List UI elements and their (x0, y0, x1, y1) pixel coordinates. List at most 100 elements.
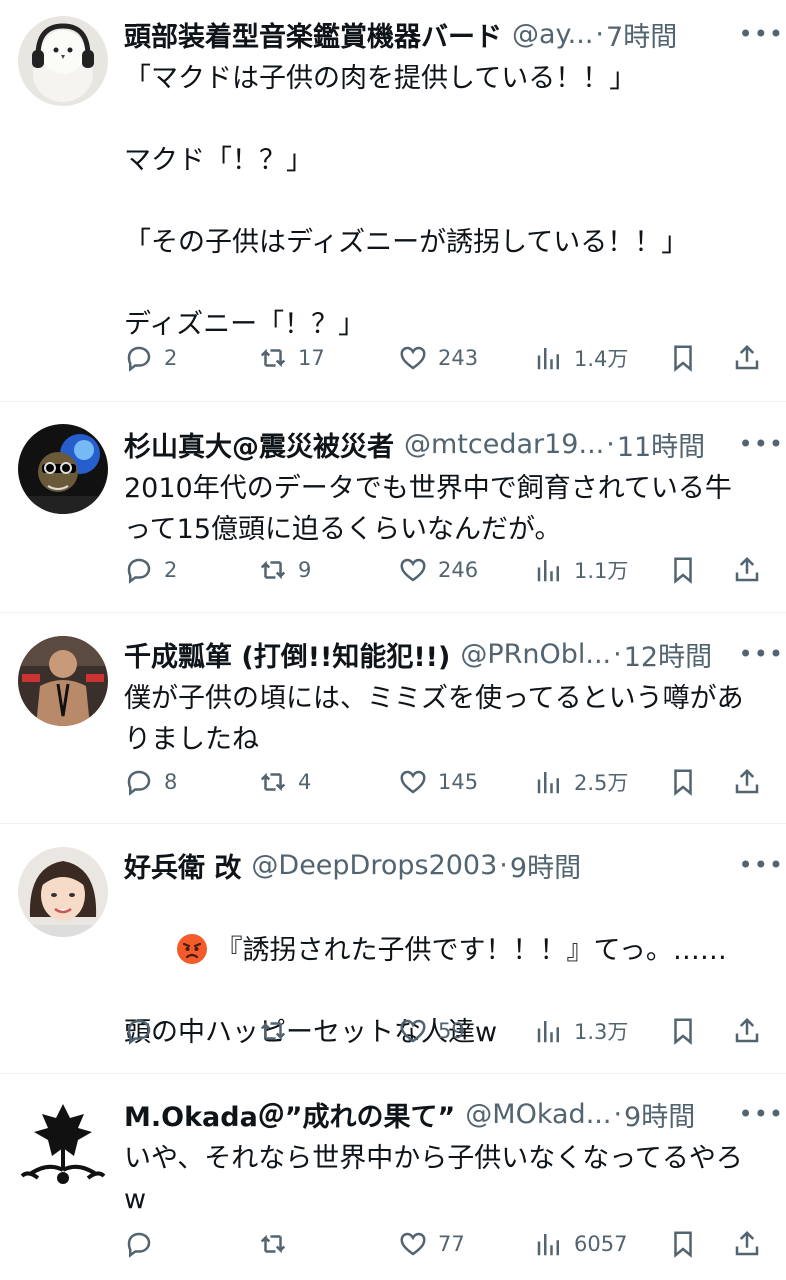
view-count: 6057 (574, 1232, 628, 1256)
bookmark-button[interactable] (668, 1229, 698, 1259)
timestamp[interactable]: 11時間 (617, 425, 705, 464)
like-button[interactable]: 59 (398, 1016, 465, 1046)
reply-button[interactable] (124, 1016, 164, 1046)
reply-icon (127, 558, 151, 584)
tweet-header: M.Okada＠”成れの果て” @MOkad... · 9時間 (124, 1094, 768, 1134)
like-button[interactable]: 243 (398, 343, 478, 373)
retweet-button[interactable] (258, 1229, 298, 1259)
reply-icon (127, 346, 151, 372)
avatar-photo-image (18, 636, 108, 726)
bookmark-icon (674, 557, 692, 584)
tweet-text: いや、それなら世界中から子供いなくなってるやろw (124, 1143, 743, 1215)
action-bar: 2 17 243 1.4万 (124, 336, 768, 380)
views-icon (537, 772, 559, 794)
reply-count: 2 (164, 346, 178, 370)
like-count: 77 (438, 1232, 465, 1256)
tweet[interactable]: 頭部装着型音楽鑑賞機器バード @ay... · 7時間 ••• 「マクドは子供の… (0, 14, 786, 390)
separator-dot: · (606, 428, 615, 460)
share-icon (735, 768, 759, 794)
separator-dot: · (595, 18, 605, 50)
reply-count: 2 (164, 558, 178, 582)
user-handle[interactable]: @MOkad... (465, 1099, 611, 1130)
retweet-count: 9 (298, 558, 312, 582)
tweet-header: 頭部装着型音楽鑑賞機器バード @ay... · 7時間 (124, 14, 768, 54)
avatar-character-image (18, 424, 108, 514)
heart-icon (400, 558, 426, 582)
like-count: 246 (438, 558, 479, 582)
reply-button[interactable]: 2 (124, 555, 177, 585)
views-button[interactable]: 1.1万 (534, 555, 628, 585)
action-bar: 59 1.3万 (124, 1009, 768, 1053)
more-icon[interactable]: ••• (739, 845, 784, 885)
like-button[interactable]: 246 (398, 555, 478, 585)
retweet-button[interactable] (258, 1016, 298, 1046)
tweet-text: 「マクドは子供の肉を提供している！！」 マクド「！？」 「その子供はディズニーが… (124, 63, 689, 340)
retweet-icon (260, 1021, 286, 1041)
avatar[interactable] (18, 636, 108, 726)
user-handle[interactable]: @PRnObl... (460, 639, 611, 670)
more-icon[interactable]: ••• (739, 634, 784, 674)
more-icon[interactable]: ••• (739, 424, 784, 464)
reply-button[interactable]: 2 (124, 343, 177, 373)
avatar[interactable] (18, 847, 108, 937)
display-name[interactable]: 頭部装着型音楽鑑賞機器バード (124, 15, 502, 54)
share-button[interactable] (732, 555, 762, 585)
reply-icon (127, 770, 151, 796)
bookmark-button[interactable] (668, 555, 698, 585)
tweet[interactable]: M.Okada＠”成れの果て” @MOkad... · 9時間 ••• いや、そ… (0, 1094, 786, 1280)
heart-icon (400, 1019, 426, 1043)
share-button[interactable] (732, 767, 762, 797)
views-icon (537, 560, 559, 582)
avatar[interactable] (18, 16, 108, 106)
share-button[interactable] (732, 1229, 762, 1259)
bookmark-button[interactable] (668, 1016, 698, 1046)
timestamp[interactable]: 9時間 (624, 1095, 695, 1134)
retweet-button[interactable]: 4 (258, 767, 311, 797)
display-name[interactable]: 千成瓢箪 (打倒!!知能犯!!) (124, 635, 450, 674)
reply-button[interactable] (124, 1229, 164, 1259)
timestamp[interactable]: 7時間 (606, 15, 677, 54)
display-name[interactable]: 杉山真大@震災被災者 (124, 425, 394, 464)
retweet-button[interactable]: 9 (258, 555, 311, 585)
bookmark-button[interactable] (668, 767, 698, 797)
tweet-header: 好兵衛 改 @DeepDrops2003 · 9時間 (124, 845, 768, 885)
timestamp[interactable]: 12時間 (624, 635, 712, 674)
user-handle[interactable]: @mtcedar19... (404, 429, 604, 460)
angry-face-icon (176, 934, 207, 964)
tweet[interactable]: 杉山真大@震災被災者 @mtcedar19... · 11時間 ••• 2010… (0, 424, 786, 600)
user-handle[interactable]: @DeepDrops2003 (251, 850, 497, 881)
retweet-count: 17 (298, 346, 325, 370)
like-button[interactable]: 77 (398, 1229, 465, 1259)
like-button[interactable]: 145 (398, 767, 478, 797)
bookmark-icon (674, 1231, 692, 1258)
retweet-button[interactable]: 17 (258, 343, 325, 373)
share-icon (735, 556, 759, 582)
avatar-photo-image (18, 847, 108, 937)
views-button[interactable]: 6057 (534, 1229, 627, 1259)
display-name[interactable]: M.Okada＠”成れの果て” (124, 1095, 455, 1134)
more-icon[interactable]: ••• (739, 1094, 784, 1134)
share-icon (735, 1230, 759, 1256)
user-handle[interactable]: @ay... (512, 19, 593, 50)
views-button[interactable]: 1.4万 (534, 343, 628, 373)
avatar[interactable] (18, 1100, 108, 1190)
avatar[interactable] (18, 424, 108, 514)
reply-button[interactable]: 8 (124, 767, 177, 797)
views-button[interactable]: 2.5万 (534, 767, 628, 797)
timestamp[interactable]: 9時間 (510, 846, 581, 885)
share-button[interactable] (732, 1016, 762, 1046)
like-count: 243 (438, 346, 479, 370)
divider (0, 612, 786, 613)
share-icon (735, 344, 759, 370)
bookmark-button[interactable] (668, 343, 698, 373)
views-icon (537, 348, 559, 370)
action-bar: 2 9 246 1.1万 (124, 548, 768, 592)
views-button[interactable]: 1.3万 (534, 1016, 628, 1046)
display-name[interactable]: 好兵衛 改 (124, 846, 241, 885)
tweet[interactable]: 千成瓢箪 (打倒!!知能犯!!) @PRnObl... · 12時間 ••• 僕… (0, 634, 786, 810)
more-icon[interactable]: ••• (739, 14, 784, 54)
tweet[interactable]: 好兵衛 改 @DeepDrops2003 · 9時間 ••• 『誘拐された子供で… (0, 845, 786, 1059)
tweet-body: 『誘拐された子供です！！！』てっ。…… 頭の中ハッピーセットな人達w (124, 889, 758, 1094)
share-button[interactable] (732, 343, 762, 373)
retweet-count: 4 (298, 770, 312, 794)
